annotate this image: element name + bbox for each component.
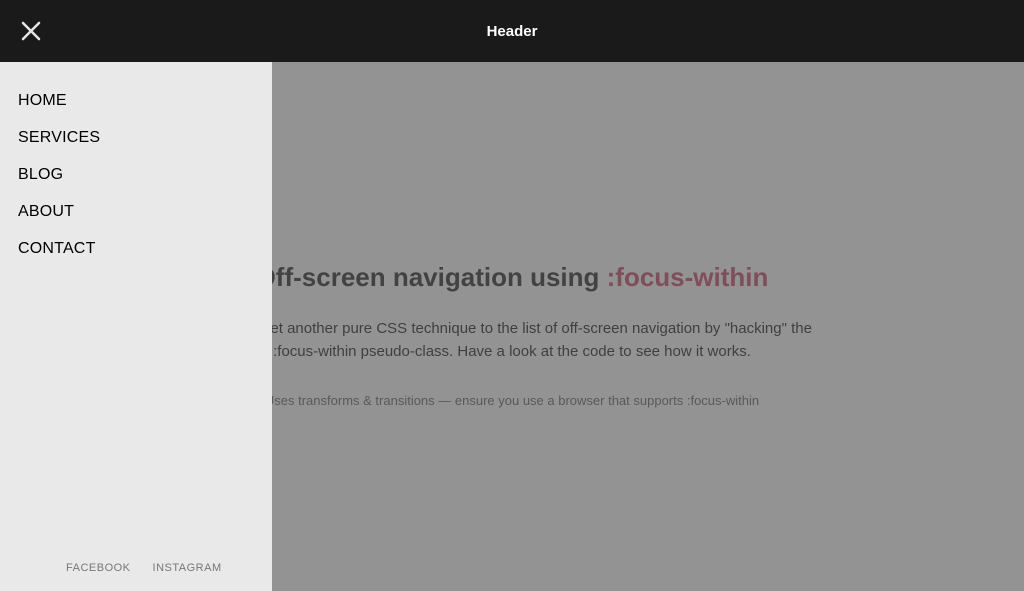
social-bar: FACEBOOK INSTAGRAM [0,551,272,591]
sidebar-item-label: SERVICES [18,129,100,146]
header-bar: Header [0,0,1024,62]
sidebar-item-label: CONTACT [18,240,96,257]
social-link-facebook[interactable]: FACEBOOK [66,562,131,574]
content-overlay[interactable] [272,62,1024,591]
sidebar-item-label: ABOUT [18,203,74,220]
nav-list: HOME SERVICES BLOG ABOUT CONTACT [0,62,272,551]
sidebar-item-label: BLOG [18,166,63,183]
sidebar-item-home[interactable]: HOME [0,82,272,119]
social-link-instagram[interactable]: INSTAGRAM [153,562,222,574]
sidebar: HOME SERVICES BLOG ABOUT CONTACT FACEBOO… [0,62,272,591]
sidebar-item-blog[interactable]: BLOG [0,156,272,193]
sidebar-item-contact[interactable]: CONTACT [0,230,272,267]
social-label: INSTAGRAM [153,562,222,574]
sidebar-item-about[interactable]: ABOUT [0,193,272,230]
header-title: Header [0,23,1024,40]
close-icon [19,19,43,43]
social-label: FACEBOOK [66,562,131,574]
sidebar-item-services[interactable]: SERVICES [0,119,272,156]
sidebar-item-label: HOME [18,92,67,109]
close-button[interactable] [0,0,62,62]
